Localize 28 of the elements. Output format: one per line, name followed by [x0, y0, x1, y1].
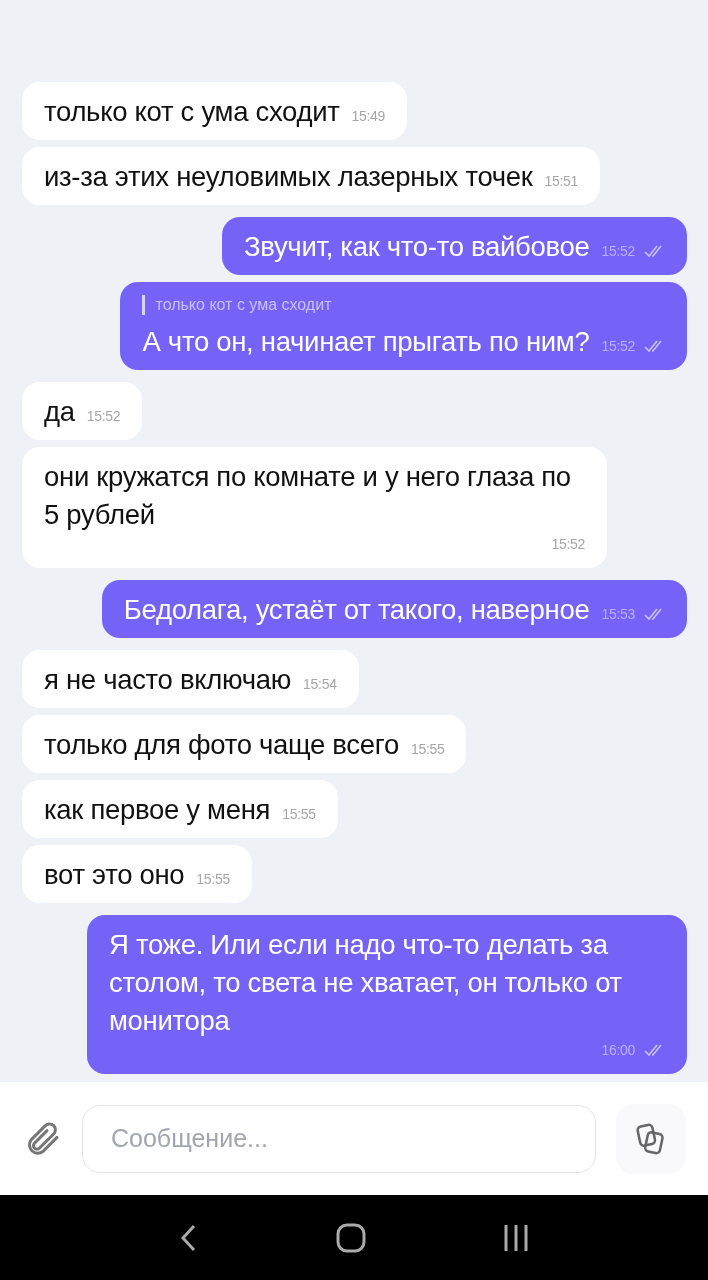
message-text: Бедолага, устаёт от такого, наверное	[123, 593, 590, 627]
message-text: да	[44, 395, 75, 429]
message-time: 15:52	[601, 337, 635, 356]
message-time: 15:55	[282, 805, 316, 824]
message-text: Звучит, как что-то вайбовое	[243, 230, 590, 264]
message-text: Я тоже. Или если надо что-то делать за столом, то света не хватает, он только от монитора	[109, 928, 623, 1038]
message-time: 15:52	[551, 535, 585, 554]
message-time: 15:55	[196, 870, 230, 889]
message-text: вот это оно	[44, 858, 185, 892]
message-text: как первое у меня	[44, 793, 271, 827]
message-time: 15:52	[86, 407, 121, 426]
message-time: 15:51	[544, 172, 579, 191]
sticker-button[interactable]	[616, 1103, 686, 1174]
message-time: 15:49	[351, 107, 386, 126]
message-input[interactable]: Сообщение...	[82, 1104, 596, 1173]
message-text: я не часто включаю	[44, 663, 292, 697]
message-text: из-за этих неуловимых лазерных точек	[44, 160, 533, 194]
message-text: только кот с ума сходит	[44, 95, 340, 129]
quoted-message: только кот с ума сходит	[155, 295, 332, 315]
message-time: 15:55	[410, 740, 445, 759]
message-time: 15:52	[601, 242, 635, 261]
home-icon[interactable]	[335, 1221, 367, 1254]
message-time: 16:00	[601, 1041, 635, 1060]
message-text: только для фото чаще всего	[44, 728, 399, 762]
message-time: 15:54	[303, 675, 337, 694]
message-text: они кружатся по комнате и у него глаза по 5 рублей	[44, 460, 572, 532]
message-text: А что он, начинает прыгать по ним?	[142, 325, 590, 359]
message-time: 15:53	[601, 605, 635, 624]
